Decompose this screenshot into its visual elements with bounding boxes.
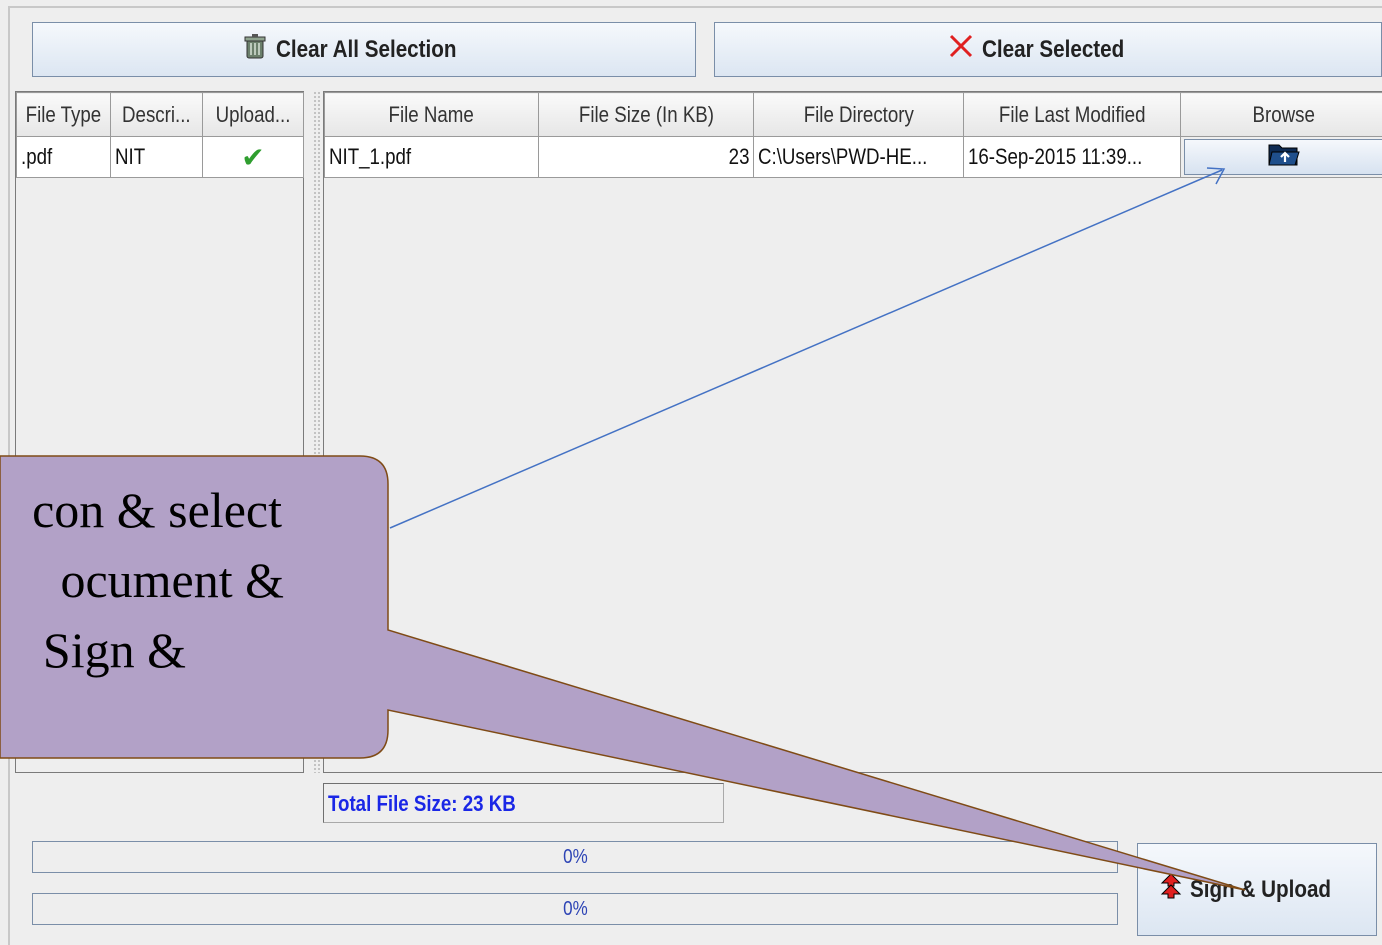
cell-file-type: .pdf [16,136,111,178]
document-type-table: File Type Descri... Upload... .pdf NIT ✔ [16,92,304,178]
document-type-panel: File Type Descri... Upload... .pdf NIT ✔ [15,91,304,773]
cell-file-name: NIT_1.pdf [324,136,539,178]
file-details-table: File Name File Size (In KB) File Directo… [324,92,1382,178]
sign-and-upload-label: Sign & Upload [1190,875,1332,903]
clear-all-selection-button[interactable]: Clear All Selection [32,22,696,77]
cell-file-directory: C:\Users\PWD-HE... [753,136,964,178]
red-x-icon [948,33,974,66]
red-upload-arrows-icon [1160,873,1182,906]
browse-button[interactable] [1183,139,1382,175]
header-file-size[interactable]: File Size (In KB) [538,92,754,137]
clear-selected-label: Clear Selected [982,35,1125,63]
total-file-size: Total File Size: 23 KB [323,783,724,823]
header-uploaded[interactable]: Upload... [202,92,304,137]
split-pane-divider[interactable] [313,91,321,773]
file-details-panel: File Name File Size (In KB) File Directo… [323,91,1382,773]
table-row[interactable]: NIT_1.pdf 23 C:\Users\PWD-HE... 16-Sep-2… [324,136,1382,178]
header-file-directory[interactable]: File Directory [753,92,964,137]
clear-selected-button[interactable]: Clear Selected [714,22,1382,77]
sign-and-upload-button[interactable]: Sign & Upload [1137,843,1377,936]
table-row[interactable]: .pdf NIT ✔ [16,136,304,178]
cell-last-modified: 16-Sep-2015 11:39... [963,136,1181,178]
progress-bar-primary: 0% [32,841,1118,873]
progress-bar-secondary: 0% [32,893,1118,925]
clear-all-selection-label: Clear All Selection [276,35,457,63]
cell-uploaded: ✔ [202,136,304,178]
header-browse[interactable]: Browse [1180,92,1382,137]
green-check-icon: ✔ [241,141,265,173]
header-file-last-modified[interactable]: File Last Modified [963,92,1181,137]
cell-browse [1180,136,1382,178]
cell-file-size: 23 [538,136,754,178]
header-file-name[interactable]: File Name [324,92,539,137]
header-description[interactable]: Descri... [110,92,203,137]
folder-open-icon [1267,141,1301,173]
cell-description: NIT [110,136,203,178]
trash-can-icon [242,32,268,67]
header-file-type[interactable]: File Type [16,92,111,137]
